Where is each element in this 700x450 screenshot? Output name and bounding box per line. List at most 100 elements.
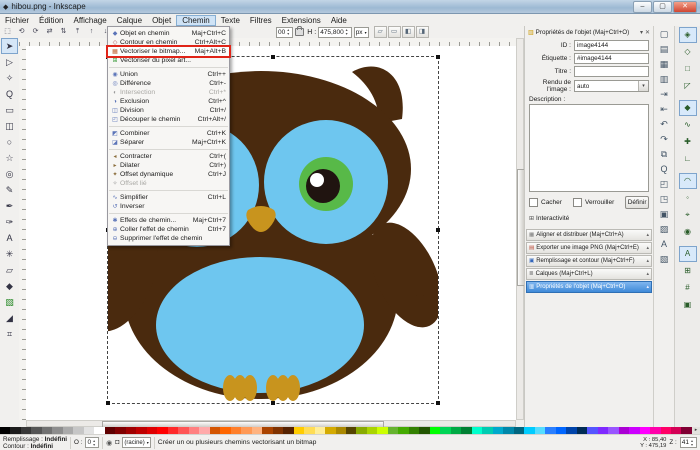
snap-node-icon[interactable]: ◆ (679, 100, 697, 116)
snap-midpoint-icon[interactable]: ◦ (679, 190, 697, 206)
snap-bbox-icon[interactable]: ◇ (679, 44, 697, 60)
palette-swatch-57[interactable] (598, 427, 608, 434)
palette-swatch-52[interactable] (545, 427, 555, 434)
affect-stroke-toggle[interactable]: ▱ (374, 26, 387, 38)
height-field[interactable]: 475,800 ▴▾ (318, 27, 352, 38)
snap-cusp-icon[interactable]: ∟ (679, 151, 697, 167)
palette-swatch-35[interactable] (367, 427, 377, 434)
snap-bbox-corner-icon[interactable]: ◸ (679, 78, 697, 94)
palette-swatch-54[interactable] (566, 427, 576, 434)
palette-swatch-3[interactable] (31, 427, 41, 434)
palette-swatch-30[interactable] (315, 427, 325, 434)
calligraphy-tool[interactable]: ✑ (1, 214, 18, 230)
affect-pattern-toggle[interactable]: ◨ (416, 26, 429, 38)
palette-swatch-15[interactable] (157, 427, 167, 434)
interactivity-expander[interactable]: ⊞ Interactivité (529, 215, 653, 222)
palette-swatch-55[interactable] (577, 427, 587, 434)
dock-tab-aligner-et-distribuer-maj-ctrl-a[interactable]: ▦Aligner et distribuer (Maj+Ctrl+A)▴ (526, 229, 652, 241)
dock-tab-calques-maj-ctrl-l[interactable]: ≣Calques (Maj+Ctrl+L)▴ (526, 268, 652, 280)
lock-checkbox[interactable] (573, 198, 582, 207)
fill-stroke-indicator[interactable]: Remplissage : Indéfini Contour : Indéfin… (3, 436, 67, 450)
palette-swatch-24[interactable] (252, 427, 262, 434)
spray-tool[interactable]: ✳ (1, 246, 18, 262)
palette-swatch-51[interactable] (535, 427, 545, 434)
menu-item-difference[interactable]: ◎DifférenceCtrl+- (108, 79, 229, 88)
palette-swatch-44[interactable] (461, 427, 471, 434)
define-button[interactable]: Définir (625, 196, 649, 209)
palette-swatch-41[interactable] (430, 427, 440, 434)
panel-collapse-icon[interactable]: ▾ (640, 29, 643, 36)
palette-swatch-18[interactable] (189, 427, 199, 434)
redo-icon[interactable]: ↷ (657, 132, 672, 146)
palette-swatch-49[interactable] (514, 427, 524, 434)
palette-swatch-36[interactable] (377, 427, 387, 434)
panel-close-icon[interactable]: ✕ (645, 29, 650, 36)
palette-swatch-29[interactable] (304, 427, 314, 434)
menubar-item-texte[interactable]: Texte (216, 15, 245, 26)
menubar-item-chemin[interactable]: Chemin (176, 15, 216, 26)
pencil-tool[interactable]: ✎ (1, 182, 18, 198)
new-document-icon[interactable]: ▢ (657, 27, 672, 41)
palette-swatch-28[interactable] (294, 427, 304, 434)
menu-item-offset-dynamique[interactable]: ✦Offset dynamiqueCtrl+J (108, 170, 229, 179)
ellipse-tool[interactable]: ○ (1, 134, 18, 150)
palette-swatch-12[interactable] (126, 427, 136, 434)
palette-swatch-13[interactable] (136, 427, 146, 434)
clone-icon[interactable]: ▣ (657, 207, 672, 221)
snap-path-icon[interactable]: ∿ (679, 117, 697, 133)
palette-swatch-65[interactable] (681, 427, 691, 434)
palette-swatch-14[interactable] (147, 427, 157, 434)
palette-swatch-27[interactable] (283, 427, 293, 434)
tweak-tool[interactable]: ✧ (1, 70, 18, 86)
palette-swatch-6[interactable] (63, 427, 73, 434)
menu-item-vectoriser-du-pixel-art[interactable]: ⊞Vectoriser du pixel art... (108, 56, 229, 65)
description-field[interactable] (529, 104, 649, 192)
rotate-cw-icon[interactable]: ⟳ (29, 26, 42, 38)
palette-swatch-45[interactable] (472, 427, 482, 434)
snap-smooth-icon[interactable]: ◠ (679, 173, 697, 189)
save-icon[interactable]: ▦ (657, 57, 672, 71)
menu-item-inverser[interactable]: ↺Inverser (108, 202, 229, 211)
palette-swatch-5[interactable] (52, 427, 62, 434)
menu-item-supprimer-l-effet-de-chemin[interactable]: ⊖Supprimer l'effet de chemin (108, 234, 229, 243)
flip-vertical-icon[interactable]: ⇅ (57, 26, 70, 38)
raise-top-icon[interactable]: ⤒ (71, 26, 84, 38)
fill-stroke-dialog-icon[interactable]: ▧ (657, 252, 672, 266)
import-icon[interactable]: ⇥ (657, 87, 672, 101)
dropper-tool[interactable]: ◢ (1, 310, 18, 326)
menu-item-dilater[interactable]: ▸DilaterCtrl+) (108, 161, 229, 170)
menu-item-simplifier[interactable]: ∿SimplifierCtrl+L (108, 193, 229, 202)
zoom-page-icon[interactable]: ◰ (657, 177, 672, 191)
palette-swatch-26[interactable] (273, 427, 283, 434)
palette-swatch-39[interactable] (409, 427, 419, 434)
palette-swatch-53[interactable] (556, 427, 566, 434)
snap-bbox-edge-icon[interactable]: □ (679, 61, 697, 77)
palette-swatch-10[interactable] (105, 427, 115, 434)
palette-swatch-47[interactable] (493, 427, 503, 434)
menubar-item-aide[interactable]: Aide (326, 15, 352, 26)
canvas[interactable] (26, 46, 516, 420)
bucket-fill-tool[interactable]: ◆ (1, 278, 18, 294)
dock-tab-proprietes-de-l-objet-maj-ctrl-o[interactable]: ▥Propriétés de l'objet (Maj+Ctrl+O)▴ (526, 281, 652, 293)
palette-swatch-46[interactable] (482, 427, 492, 434)
snap-enable-icon[interactable]: ◈ (679, 27, 697, 43)
node-tool[interactable]: ▷ (1, 54, 18, 70)
raise-icon[interactable]: ↑ (85, 26, 98, 38)
close-button[interactable]: ✕ (673, 1, 697, 13)
rotate-ccw-icon[interactable]: ⟲ (15, 26, 28, 38)
palette-swatch-34[interactable] (356, 427, 366, 434)
selection-handle[interactable] (436, 55, 440, 59)
flip-horizontal-icon[interactable]: ⇄ (43, 26, 56, 38)
pen-tool[interactable]: ✒ (1, 198, 18, 214)
text-tool[interactable]: A (1, 230, 18, 246)
palette-swatch-38[interactable] (398, 427, 408, 434)
vertical-scrollbar[interactable] (516, 38, 524, 420)
menu-item-contour-en-chemin[interactable]: ◇Contour en cheminCtrl+Alt+C (108, 38, 229, 47)
id-field[interactable]: image4144 (574, 40, 649, 51)
open-document-icon[interactable]: ▤ (657, 42, 672, 56)
menu-item-offset-lie[interactable]: ✧Offset lié (108, 179, 229, 188)
layer-visibility-icon[interactable]: ◉ (106, 439, 112, 447)
affect-corners-toggle[interactable]: ▭ (388, 26, 401, 38)
zoom-field[interactable]: 41 ▴▾ (680, 437, 697, 448)
palette-swatch-40[interactable] (419, 427, 429, 434)
